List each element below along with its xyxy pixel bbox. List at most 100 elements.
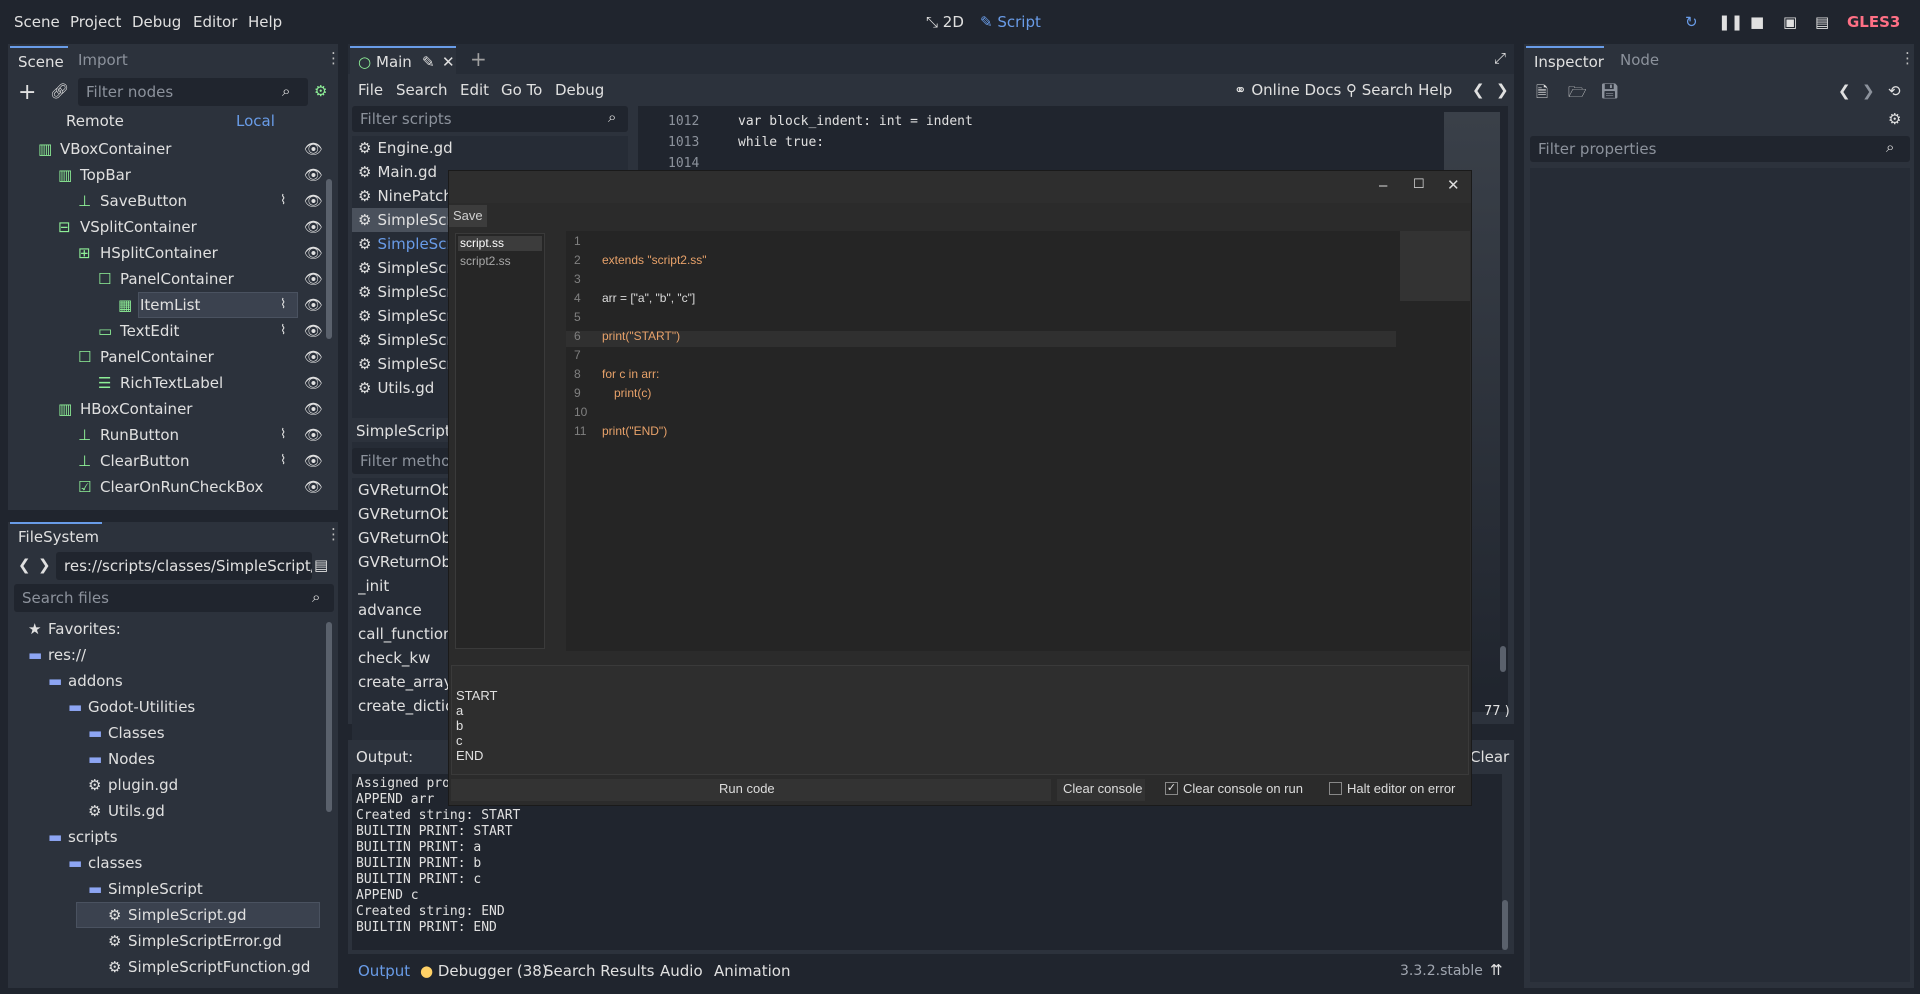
scene-node[interactable]: ⊞ HSplitContainer 👁︎ xyxy=(8,240,324,266)
open-folder-icon[interactable]: 🗁︎ xyxy=(1568,82,1587,107)
minimize-icon[interactable]: – xyxy=(1379,177,1387,194)
close-icon[interactable]: ✕ xyxy=(442,53,455,71)
menu-editor[interactable]: Editor xyxy=(193,13,237,31)
visibility-eye-icon[interactable]: 👁︎ xyxy=(304,448,323,474)
file-item[interactable]: ▬ scripts xyxy=(8,824,324,850)
new-resource-icon[interactable]: 🗎︎ xyxy=(1536,82,1548,107)
file-item[interactable]: ★ Favorites: xyxy=(8,616,324,642)
search-help-button[interactable]: ⚲ Search Help xyxy=(1346,81,1452,99)
visibility-eye-icon[interactable]: 👁︎ xyxy=(304,474,323,500)
visibility-eye-icon[interactable]: 👁︎ xyxy=(304,370,323,396)
signal-icon[interactable]: ⌇ xyxy=(280,188,286,214)
scene-node[interactable]: ☐ PanelContainer 👁︎ xyxy=(8,266,324,292)
dock-menu-icon[interactable]: ⋮ xyxy=(1900,49,1915,67)
local-button[interactable]: Local xyxy=(236,112,275,130)
file-item[interactable]: ▬ Nodes xyxy=(8,746,324,772)
split-mode-icon[interactable]: ▤ xyxy=(314,556,328,574)
file-item[interactable]: ▬ addons xyxy=(8,668,324,694)
scene-node[interactable]: ⊥ ClearButton ⌇ 👁︎ xyxy=(8,448,324,474)
signal-icon[interactable]: ⌇ xyxy=(280,422,286,448)
menu-edit[interactable]: Edit xyxy=(460,81,489,99)
dialog-code-editor[interactable]: 1 2 extends "script2.ss" 3 4 arr = ["a", "b",… xyxy=(566,231,1470,651)
clear-console-button[interactable]: Clear console xyxy=(1057,779,1145,801)
visibility-eye-icon[interactable]: 👁︎ xyxy=(304,188,323,214)
scene-node[interactable]: ▦ ItemList ⌇ 👁︎ xyxy=(8,292,324,318)
online-docs-button[interactable]: ⚭ Online Docs xyxy=(1234,81,1341,99)
scene-node[interactable]: ▥ TopBar 👁︎ xyxy=(8,162,324,188)
path-field[interactable]: res://scripts/classes/SimpleScript/Si xyxy=(56,552,312,580)
scene-node[interactable]: ⊥ RunButton ⌇ 👁︎ xyxy=(8,422,324,448)
scene-node[interactable]: ☑ ClearOnRunCheckBox 👁︎ xyxy=(8,474,324,500)
filter-properties-input[interactable]: Filter properties xyxy=(1530,136,1910,162)
reload-icon[interactable]: ↻ xyxy=(1685,13,1698,31)
tab-node[interactable]: Node xyxy=(1620,51,1659,69)
script-attach-icon[interactable]: ⚙ xyxy=(314,82,327,100)
menu-help[interactable]: Help xyxy=(248,13,282,31)
remote-button[interactable]: Remote xyxy=(66,112,124,130)
history-back-icon[interactable]: ❮ xyxy=(1838,82,1851,100)
workspace-2d-button[interactable]: ⤡ 2D xyxy=(926,13,964,31)
tab-audio[interactable]: Audio xyxy=(660,962,703,980)
visibility-eye-icon[interactable]: 👁︎ xyxy=(304,422,323,448)
add-node-icon[interactable]: + xyxy=(18,80,36,105)
file-item[interactable]: ▬ Godot-Utilities xyxy=(8,694,324,720)
menu-debug[interactable]: Debug xyxy=(132,13,181,31)
file-item[interactable]: ⚙ SimpleScript.gd xyxy=(8,902,324,928)
tab-scene[interactable]: Scene xyxy=(10,46,68,74)
scene-node[interactable]: ⊟ VSplitContainer 👁︎ xyxy=(8,214,324,240)
signal-icon[interactable]: ⌇ xyxy=(280,448,286,474)
renderer-selector[interactable]: GLES3 xyxy=(1847,13,1900,31)
filter-scripts-input[interactable]: Filter scripts xyxy=(352,106,628,132)
link-icon[interactable]: 🔗︎ xyxy=(50,82,69,100)
clear-output-button[interactable]: Clear xyxy=(1470,748,1509,766)
object-properties-icon[interactable]: ⚙ xyxy=(1888,110,1901,128)
tab-main[interactable]: ○ Main ✎ ✕ xyxy=(350,46,456,74)
clear-on-run-checkbox[interactable]: ✓ xyxy=(1165,782,1178,795)
visibility-eye-icon[interactable]: 👁︎ xyxy=(304,344,323,370)
run-code-button[interactable]: Run code xyxy=(451,779,1051,801)
scene-node[interactable]: ▥ VBoxContainer 👁︎ xyxy=(8,136,324,162)
filesystem-scrollbar[interactable] xyxy=(326,622,332,812)
dialog-save-button[interactable]: Save xyxy=(449,205,487,227)
menu-goto[interactable]: Go To xyxy=(501,81,542,99)
close-icon[interactable]: ✕ xyxy=(1447,176,1460,194)
menu-search[interactable]: Search xyxy=(396,81,448,99)
tab-filesystem[interactable]: FileSystem xyxy=(10,522,102,550)
signal-icon[interactable]: ⌇ xyxy=(280,318,286,344)
visibility-eye-icon[interactable]: 👁︎ xyxy=(304,266,323,292)
file-item[interactable]: ⚙ SimpleScriptError.gd xyxy=(8,928,324,954)
visibility-eye-icon[interactable]: 👁︎ xyxy=(304,292,323,318)
output-scrollbar[interactable] xyxy=(1502,900,1508,950)
expand-panel-icon[interactable]: ⇈ xyxy=(1490,961,1503,979)
file-item-selected[interactable]: script.ss xyxy=(458,236,542,251)
scene-node[interactable]: ⊥ SaveButton ⌇ 👁︎ xyxy=(8,188,324,214)
scene-node[interactable]: ☰ RichTextLabel 👁︎ xyxy=(8,370,324,396)
tab-output[interactable]: Output xyxy=(358,962,410,980)
tab-import[interactable]: Import xyxy=(78,51,128,69)
file-item[interactable]: script2.ss xyxy=(460,254,511,268)
stop-icon[interactable]: ■ xyxy=(1750,13,1764,31)
visibility-eye-icon[interactable]: 👁︎ xyxy=(304,136,323,162)
file-item[interactable]: ⚙ Utils.gd xyxy=(8,798,324,824)
script-item[interactable]: ⚙ Engine.gd xyxy=(352,136,628,160)
visibility-eye-icon[interactable]: 👁︎ xyxy=(304,396,323,422)
halt-on-error-checkbox[interactable] xyxy=(1329,782,1342,795)
play-scene-icon[interactable]: ▣ xyxy=(1783,13,1797,31)
visibility-eye-icon[interactable]: 👁︎ xyxy=(304,240,323,266)
dock-menu-icon[interactable]: ⋮ xyxy=(326,525,341,543)
search-files-input[interactable]: Search files xyxy=(14,584,334,612)
save-icon[interactable]: 💾︎ xyxy=(1600,82,1619,100)
tab-search-results[interactable]: Search Results xyxy=(544,962,654,980)
workspace-script-button[interactable]: ✎ Script xyxy=(980,13,1041,31)
visibility-eye-icon[interactable]: 👁︎ xyxy=(304,318,323,344)
file-item[interactable]: ▬ SimpleScript xyxy=(8,876,324,902)
pause-icon[interactable]: ❚❚ xyxy=(1718,13,1743,31)
play-custom-icon[interactable]: ▤ xyxy=(1815,13,1829,31)
visibility-eye-icon[interactable]: 👁︎ xyxy=(304,214,323,240)
filter-nodes-input[interactable]: Filter nodes xyxy=(78,78,308,106)
menu-file[interactable]: File xyxy=(358,81,383,99)
back-icon[interactable]: ❮ xyxy=(18,556,31,574)
history-back-icon[interactable]: ❮ xyxy=(1472,81,1485,99)
window-titlebar[interactable]: – ☐ ✕ xyxy=(449,171,1471,203)
file-item[interactable]: ▬ classes xyxy=(8,850,324,876)
